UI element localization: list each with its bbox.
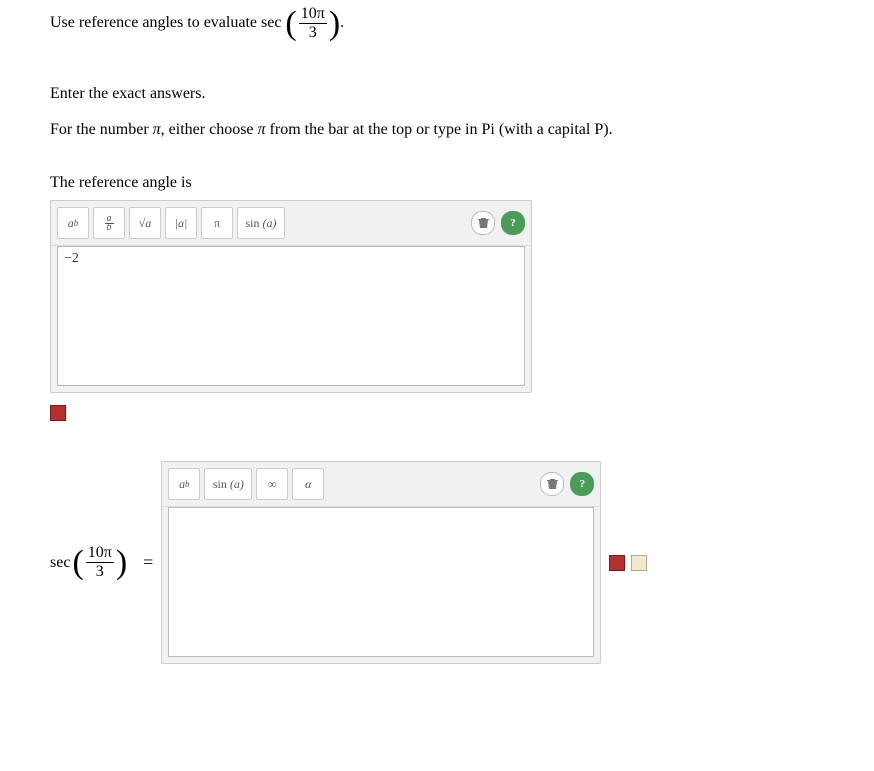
editor1-toolbar: ab ab √a |a| π sin (a) ? [51, 201, 531, 246]
incorrect-icon-2 [609, 555, 625, 571]
instruction-pi: For the number π, either choose π from t… [50, 117, 834, 143]
sec-expression-label: sec (10π3) [50, 545, 127, 580]
tool-fraction[interactable]: ab [93, 207, 125, 239]
reference-angle-input[interactable]: −2 [57, 246, 525, 386]
tool-sqrt[interactable]: √a [129, 207, 161, 239]
tool-power[interactable]: ab [57, 207, 89, 239]
tool-sin[interactable]: sin (a) [237, 207, 285, 239]
help-icon-2[interactable]: ? [570, 472, 594, 496]
equals-sign: = [143, 552, 153, 573]
reference-angle-label: The reference angle is [50, 174, 834, 192]
incorrect-icon [50, 405, 66, 421]
note-icon [631, 555, 647, 571]
instruction-exact: Enter the exact answers. [50, 81, 834, 107]
tool-alpha[interactable]: α [292, 468, 324, 500]
question-prompt: Use reference angles to evaluate sec (10… [50, 6, 834, 41]
tool-sin-2[interactable]: sin (a) [204, 468, 252, 500]
tool-infinity[interactable]: ∞ [256, 468, 288, 500]
sec-value-input[interactable] [168, 507, 594, 657]
math-editor-reference-angle: ab ab √a |a| π sin (a) ? −2 [50, 200, 532, 393]
math-editor-sec-value: ab sin (a) ∞ α ? [161, 461, 601, 664]
prompt-fraction: 10π3 [297, 6, 329, 41]
tool-power-2[interactable]: ab [168, 468, 200, 500]
tool-abs[interactable]: |a| [165, 207, 197, 239]
status-icons [609, 554, 647, 572]
editor2-toolbar: ab sin (a) ∞ α ? [162, 462, 600, 507]
prompt-lead: Use reference angles to evaluate sec [50, 14, 281, 31]
tool-pi[interactable]: π [201, 207, 233, 239]
trash-icon-2[interactable] [540, 472, 564, 496]
trash-icon[interactable] [471, 211, 495, 235]
help-icon[interactable]: ? [501, 211, 525, 235]
